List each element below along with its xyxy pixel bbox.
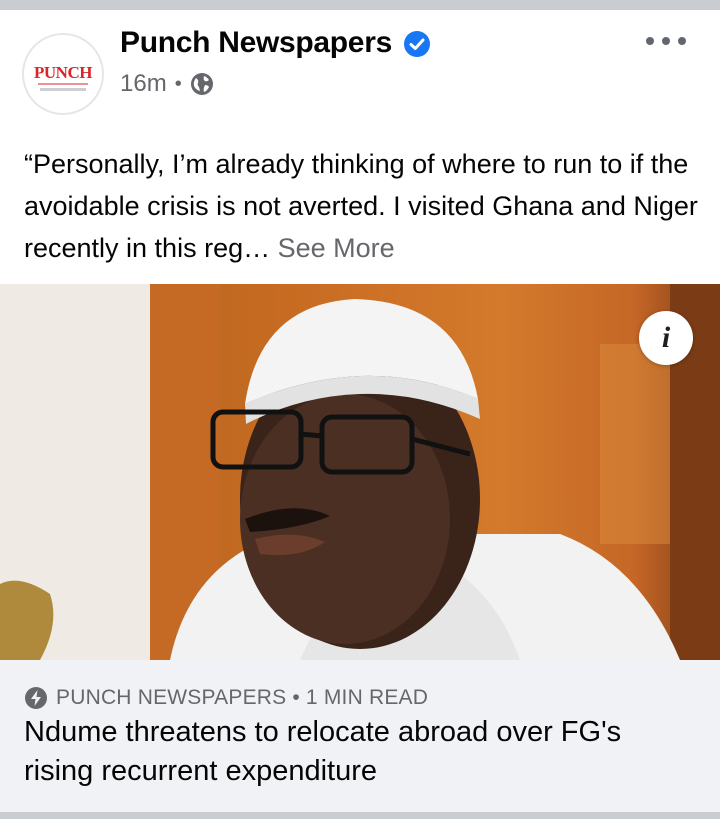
more-options-icon[interactable] — [646, 30, 686, 52]
top-divider — [0, 0, 720, 10]
page-name-link[interactable]: Punch Newspapers — [120, 26, 392, 60]
globe-icon[interactable] — [190, 72, 214, 96]
post-text: “Personally, I’m already thinking of whe… — [24, 143, 704, 269]
post-timestamp[interactable]: 16m — [120, 70, 167, 98]
source-name: PUNCH NEWSPAPERS — [56, 686, 287, 709]
bottom-divider — [0, 812, 720, 819]
logo-tagline — [40, 88, 86, 91]
logo-underline — [38, 83, 88, 85]
photo-illustration — [0, 284, 720, 660]
punch-logo: PUNCH — [34, 63, 92, 82]
more-dot — [678, 37, 686, 45]
info-icon[interactable]: i — [639, 311, 693, 365]
post-meta: 16m • — [120, 70, 214, 98]
source-separator: • — [292, 686, 300, 709]
more-dot — [662, 37, 670, 45]
link-source: PUNCH NEWSPAPERS • 1 MIN READ — [24, 686, 428, 710]
lightning-bolt-icon — [25, 687, 47, 709]
article-photo[interactable] — [0, 284, 720, 660]
read-time: 1 MIN READ — [305, 686, 429, 709]
meta-separator: • — [174, 72, 182, 95]
see-more-link[interactable]: See More — [278, 233, 395, 263]
more-dot — [646, 37, 654, 45]
link-headline[interactable]: Ndume threatens to relocate abroad over … — [24, 713, 694, 791]
page-avatar[interactable]: PUNCH — [22, 33, 104, 115]
verified-badge-icon — [404, 31, 430, 57]
